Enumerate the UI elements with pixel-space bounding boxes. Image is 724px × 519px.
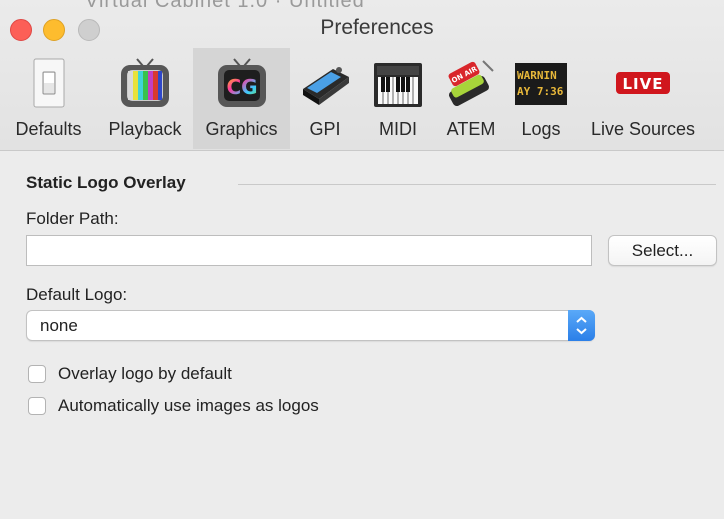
live-badge-text: LIVE: [623, 75, 664, 93]
cg-icon-text: CG: [226, 75, 257, 99]
window-title: Preferences: [320, 16, 434, 39]
section-divider: [238, 184, 716, 185]
background-window-title: Virtual Cabinet 1.0 · Untitled: [85, 0, 365, 12]
tab-atem[interactable]: ON AIR ATEM: [436, 48, 506, 149]
live-badge-icon: LIVE: [616, 72, 670, 94]
tab-label: Playback: [108, 119, 182, 139]
select-folder-button[interactable]: Select...: [608, 235, 717, 266]
graphics-preferences-pane: Static Logo Overlay Folder Path: Select.…: [8, 151, 724, 519]
log-line-1: WARNIN: [517, 69, 557, 82]
tab-graphics[interactable]: CG Graphics: [193, 48, 290, 149]
default-logo-value: none: [40, 316, 78, 335]
section-title: Static Logo Overlay: [26, 173, 186, 192]
tab-label: GPI: [309, 119, 341, 139]
preferences-window: Virtual Cabinet 1.0 · Untitled Preferenc…: [0, 0, 724, 519]
default-logo-label: Default Logo:: [26, 285, 128, 304]
tab-logs[interactable]: WARNIN AY 7:36 Logs: [506, 48, 576, 149]
auto-images-checkbox[interactable]: [28, 397, 46, 415]
tab-defaults[interactable]: Defaults: [0, 48, 97, 149]
midi-keyboard-icon: [374, 63, 422, 107]
folder-path-input[interactable]: [26, 235, 592, 266]
tab-live-sources[interactable]: LIVE Live Sources: [576, 48, 710, 149]
atem-switch-icon: ON AIR: [448, 60, 494, 107]
led-log-display-icon: WARNIN AY 7:36: [515, 63, 567, 105]
tab-label: Defaults: [15, 119, 82, 139]
tv-color-bars-icon: [121, 58, 169, 107]
tab-label: Graphics: [205, 119, 278, 139]
tab-label: MIDI: [379, 119, 417, 139]
tab-midi[interactable]: MIDI: [360, 48, 436, 149]
window-toolbar: Virtual Cabinet 1.0 · Untitled Preferenc…: [0, 0, 724, 151]
overlay-default-label: Overlay logo by default: [58, 364, 232, 383]
auto-images-label: Automatically use images as logos: [58, 396, 319, 415]
tab-playback[interactable]: Playback: [97, 48, 193, 149]
tab-gpi[interactable]: GPI: [290, 48, 360, 149]
tab-label: Live Sources: [590, 119, 696, 139]
overlay-default-checkbox[interactable]: [28, 365, 46, 383]
light-switch-icon: [33, 58, 64, 108]
folder-path-label: Folder Path:: [26, 209, 119, 228]
tab-label: Logs: [521, 119, 561, 139]
select-arrows-icon: [568, 310, 595, 341]
default-logo-select[interactable]: none: [26, 310, 595, 341]
cg-graphics-icon: CG: [217, 58, 266, 107]
tab-label: ATEM: [446, 119, 496, 139]
log-line-2: AY 7:36: [517, 85, 564, 98]
gpi-device-icon: [303, 67, 349, 105]
